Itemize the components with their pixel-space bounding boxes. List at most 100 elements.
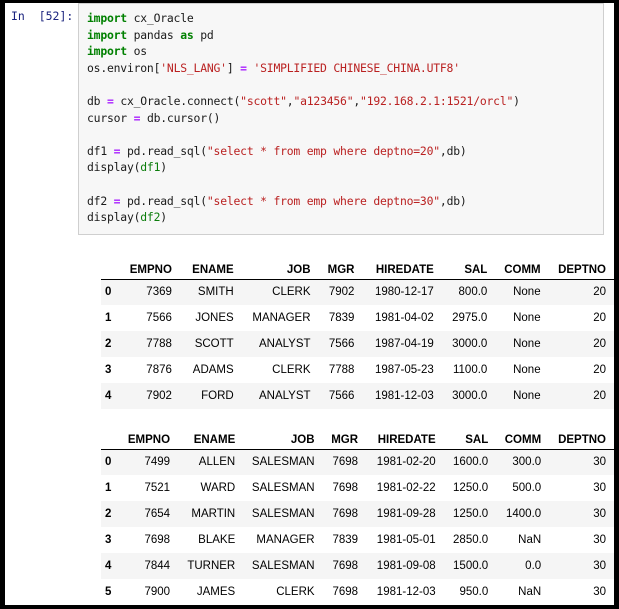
- code-token: "scott": [240, 94, 287, 108]
- cell-job: CLERK: [242, 357, 319, 383]
- table-row: 57900JAMESCLERK76981981-12-03950.0NaN30: [101, 579, 614, 605]
- cell-ename: JONES: [180, 305, 242, 331]
- cell-comm: None: [495, 279, 548, 305]
- column-header-sal: SAL: [442, 254, 496, 279]
- cell-deptno: 30: [549, 579, 614, 605]
- index-column-header: [101, 254, 119, 279]
- row-index-cell: 2: [101, 331, 119, 357]
- code-token: import: [87, 44, 127, 58]
- code-token: df2: [87, 194, 114, 208]
- cell-job: MANAGER: [243, 527, 322, 553]
- code-token: ): [513, 94, 520, 108]
- cell-mgr: 7902: [319, 279, 363, 305]
- cell-job: CLERK: [242, 279, 319, 305]
- row-index-cell: 3: [101, 357, 119, 383]
- cell-sal: 1250.0: [444, 475, 497, 501]
- cell-empno: 7698: [118, 527, 178, 553]
- cell-deptno: 30: [549, 501, 614, 527]
- cell-job: SALESMAN: [243, 553, 322, 579]
- cell-deptno: 20: [549, 383, 614, 409]
- cell-sal: 1500.0: [444, 553, 497, 579]
- code-token: display(: [87, 210, 140, 224]
- column-header-sal: SAL: [444, 424, 497, 449]
- cell-empno: 7521: [118, 475, 178, 501]
- cell-comm: NaN: [496, 527, 549, 553]
- cell-empno: 7902: [119, 383, 180, 409]
- cell-job: CLERK: [243, 579, 322, 605]
- cell-mgr: 7698: [323, 501, 367, 527]
- cell-comm: None: [495, 383, 548, 409]
- cell-job: ANALYST: [242, 383, 319, 409]
- cell-ename: BLAKE: [178, 527, 243, 553]
- cell-sal: 1250.0: [444, 501, 497, 527]
- cell-comm: 1400.0: [496, 501, 549, 527]
- cell-hiredate: 1981-05-01: [366, 527, 444, 553]
- code-token: pd: [194, 28, 214, 42]
- cell-mgr: 7566: [319, 383, 363, 409]
- cell-comm: None: [495, 357, 548, 383]
- cell-hiredate: 1981-09-28: [366, 501, 444, 527]
- cell-hiredate: 1987-04-19: [362, 331, 441, 357]
- index-column-header: [101, 424, 118, 449]
- code-editor-area[interactable]: import cx_Oracle import pandas as pd imp…: [78, 3, 604, 235]
- code-token: 'NLS_LANG': [160, 61, 227, 75]
- code-token: pd.read_sql(: [120, 144, 207, 158]
- cell-ename: TURNER: [178, 553, 243, 579]
- cell-deptno: 30: [549, 475, 614, 501]
- column-header-comm: COMM: [495, 254, 548, 279]
- column-header-ename: ENAME: [180, 254, 242, 279]
- cell-ename: JAMES: [178, 579, 243, 605]
- cell-job: SALESMAN: [243, 475, 322, 501]
- cell-comm: None: [495, 305, 548, 331]
- code-token: "select * from emp where deptno=30": [207, 194, 440, 208]
- cell-hiredate: 1981-04-02: [362, 305, 441, 331]
- cell-empno: 7499: [118, 449, 178, 475]
- table-row: 07499ALLENSALESMAN76981981-02-201600.030…: [101, 449, 614, 475]
- row-index-cell: 2: [101, 501, 118, 527]
- cell-empno: 7876: [119, 357, 180, 383]
- cell-mgr: 7698: [323, 475, 367, 501]
- code-token: os.environ[: [87, 61, 160, 75]
- cell-job: SALESMAN: [243, 449, 322, 475]
- cell-empno: 7844: [118, 553, 178, 579]
- column-header-mgr: MGR: [319, 254, 363, 279]
- cell-deptno: 30: [549, 527, 614, 553]
- cell-mgr: 7839: [319, 305, 363, 331]
- code-token: pd.read_sql(: [120, 194, 207, 208]
- cell-empno: 7900: [118, 579, 178, 605]
- table-row: 37876ADAMSCLERK77881987-05-231100.0None2…: [101, 357, 614, 383]
- cell-sal: 1100.0: [442, 357, 496, 383]
- code-token: df1: [87, 144, 114, 158]
- table-row: 37698BLAKEMANAGER78391981-05-012850.0NaN…: [101, 527, 614, 553]
- table-header-row: EMPNOENAMEJOBMGRHIREDATESALCOMMDEPTNO: [101, 254, 614, 279]
- cell-mgr: 7788: [319, 357, 363, 383]
- column-header-hiredate: HIREDATE: [362, 254, 441, 279]
- row-index-cell: 3: [101, 527, 118, 553]
- column-header-deptno: DEPTNO: [549, 424, 614, 449]
- column-header-job: JOB: [242, 254, 319, 279]
- cell-empno: 7566: [119, 305, 180, 331]
- cell-deptno: 20: [549, 331, 614, 357]
- row-index-cell: 1: [101, 475, 118, 501]
- column-header-mgr: MGR: [323, 424, 367, 449]
- dataframe-output-df2: EMPNOENAMEJOBMGRHIREDATESALCOMMDEPTNO074…: [5, 424, 614, 605]
- code-token: cx_Oracle.connect(: [114, 94, 241, 108]
- cell-ename: SMITH: [180, 279, 242, 305]
- cell-mgr: 7566: [319, 331, 363, 357]
- cell-deptno: 20: [549, 357, 614, 383]
- code-token: ): [160, 210, 167, 224]
- cell-sal: 2850.0: [444, 527, 497, 553]
- row-index-cell: 4: [101, 383, 119, 409]
- notebook-page: In [52]: import cx_Oracle import pandas …: [5, 3, 614, 605]
- dataframe-table: EMPNOENAMEJOBMGRHIREDATESALCOMMDEPTNO073…: [101, 254, 614, 409]
- source-code[interactable]: import cx_Oracle import pandas as pd imp…: [87, 10, 595, 226]
- cell-ename: WARD: [178, 475, 243, 501]
- cell-hiredate: 1981-12-03: [366, 579, 444, 605]
- code-token: import: [87, 28, 127, 42]
- column-header-ename: ENAME: [178, 424, 243, 449]
- cell-sal: 3000.0: [442, 331, 496, 357]
- code-token: =: [107, 94, 114, 108]
- cell-ename: ALLEN: [178, 449, 243, 475]
- notebook-input-cell[interactable]: In [52]: import cx_Oracle import pandas …: [5, 3, 614, 235]
- column-header-empno: EMPNO: [118, 424, 178, 449]
